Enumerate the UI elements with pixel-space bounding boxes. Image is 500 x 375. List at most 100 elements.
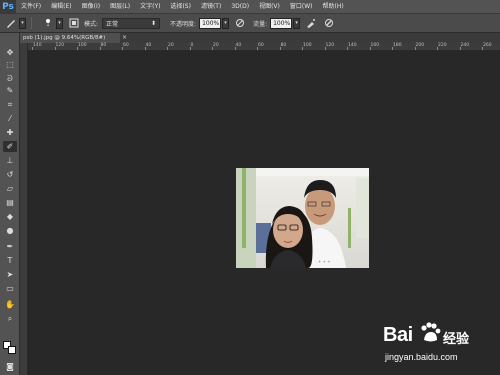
menu-item[interactable]: 编辑(E)	[46, 0, 76, 14]
marquee-tool-icon[interactable]: ⬚	[3, 59, 17, 70]
vertical-ruler	[20, 43, 28, 375]
ruler-tick	[414, 47, 416, 50]
brush-size-value: 1	[46, 21, 50, 28]
close-icon[interactable]: ×	[122, 33, 127, 43]
brush-panel-toggle-icon[interactable]	[67, 16, 81, 30]
tools-panel: ✥ ⬚ ᘐ ✎ ⌗ ⁄ ✚ ✐ ⊥ ↺ ▱ ▤ ◆ ● ✒ T ➤ ▭ ✋ ⌕ ◙	[0, 33, 20, 375]
baidu-logo-text: Bai	[383, 324, 413, 346]
menu-item[interactable]: 文件(F)	[16, 0, 46, 14]
shape-tool-icon[interactable]: ▭	[3, 283, 17, 294]
photoshop-logo: Ps	[0, 0, 16, 14]
document-tab[interactable]: psb (1).jpg @ 9.64%(RGB/8#)	[20, 33, 120, 43]
ruler-tick	[122, 47, 123, 50]
ruler-tick	[347, 47, 348, 50]
mode-select[interactable]: 正常 ⬍	[102, 17, 161, 29]
lasso-tool-icon[interactable]: ᘐ	[3, 73, 17, 84]
ruler-tick	[99, 47, 101, 50]
document-image[interactable]: ✦ ✦ ✦	[236, 168, 369, 268]
mode-value: 正常	[106, 20, 119, 28]
ruler-tick	[189, 47, 191, 50]
quick-select-tool-icon[interactable]: ✎	[3, 85, 17, 96]
menu-item[interactable]: 选择(S)	[165, 0, 196, 14]
ruler-tick	[302, 47, 303, 50]
flow-field[interactable]: 100%	[270, 17, 293, 29]
menu-item[interactable]: 文字(Y)	[135, 0, 165, 14]
quick-mask-icon[interactable]: ◙	[3, 361, 17, 372]
chevron-down-icon: ⬍	[151, 19, 157, 27]
ruler-tick-label: 60	[258, 43, 264, 48]
opacity-field[interactable]: 100%	[199, 17, 222, 29]
brush-size-dropdown[interactable]: ▾	[56, 17, 63, 29]
eraser-tool-icon[interactable]: ▱	[3, 183, 17, 194]
ruler-tick	[54, 47, 56, 50]
crop-tool-icon[interactable]: ⌗	[3, 99, 17, 110]
watermark-url: jingyan.baidu.com	[385, 352, 458, 362]
brush-preset-icon[interactable]	[4, 16, 18, 30]
opacity-dropdown[interactable]: ▾	[222, 17, 230, 29]
ruler-tick	[324, 47, 326, 50]
jingyan-logo-text: 经验	[443, 332, 470, 347]
ruler-tick-label: 120	[55, 43, 65, 48]
menu-item[interactable]: 帮助(H)	[318, 0, 349, 14]
ruler-tick	[437, 47, 438, 50]
ruler-tick	[392, 47, 393, 50]
selfie-photo: ✦ ✦ ✦	[236, 168, 369, 268]
background-color-swatch[interactable]	[8, 346, 16, 354]
brush-preset-dropdown[interactable]: ▾	[19, 17, 26, 29]
ruler-tick-label: 220	[438, 43, 447, 48]
ruler-tick	[257, 47, 258, 50]
move-tool-icon[interactable]: ✥	[3, 47, 17, 58]
document-tab-bar: psb (1).jpg @ 9.64%(RGB/8#) ×	[20, 33, 500, 43]
svg-text:✦ ✦ ✦: ✦ ✦ ✦	[318, 259, 331, 264]
history-brush-tool-icon[interactable]: ↺	[3, 169, 17, 180]
ruler-tick	[77, 47, 78, 50]
ruler-tick-label: 20	[168, 43, 174, 48]
gradient-tool-icon[interactable]: ▤	[3, 197, 17, 208]
ruler-tick-label: 100	[303, 43, 312, 48]
ruler-tick-label: 120	[325, 43, 335, 48]
flow-label: 流量:	[253, 20, 268, 28]
airbrush-icon[interactable]	[304, 16, 318, 30]
ruler-tick-label: 100	[78, 43, 87, 48]
ruler-tick-label: 80	[280, 43, 287, 48]
menu-item[interactable]: 3D(D)	[226, 0, 254, 14]
ruler-tick-label: 180	[393, 43, 402, 48]
ruler-tick	[482, 47, 483, 50]
pressure-opacity-icon[interactable]	[233, 16, 247, 30]
ruler-tick	[144, 47, 146, 50]
paw-icon	[421, 322, 441, 342]
horizontal-ruler: 140 120 100 80 60 40 20 0 20 40 60 80 100 120 140 160 18…	[28, 43, 500, 51]
pen-tool-icon[interactable]: ✒	[3, 241, 17, 252]
menu-item[interactable]: 窗口(W)	[285, 0, 318, 14]
dodge-tool-icon[interactable]: ●	[3, 225, 17, 236]
ruler-tick-label: 40	[235, 43, 242, 48]
type-tool-icon[interactable]: T	[3, 255, 17, 266]
ruler-tick-label: 20	[213, 43, 219, 48]
clone-stamp-tool-icon[interactable]: ⊥	[3, 155, 17, 166]
menu-item[interactable]: 图层(L)	[105, 0, 135, 14]
flow-dropdown[interactable]: ▾	[293, 17, 301, 29]
ruler-tick-label: 0	[190, 43, 194, 48]
hand-tool-icon[interactable]: ✋	[3, 299, 17, 310]
blur-tool-icon[interactable]: ◆	[3, 211, 17, 222]
healing-brush-tool-icon[interactable]: ✚	[3, 127, 17, 138]
ruler-tick-label: 60	[123, 43, 129, 48]
path-select-tool-icon[interactable]: ➤	[3, 269, 17, 280]
zoom-tool-icon[interactable]: ⌕	[3, 313, 17, 324]
brush-tool-icon[interactable]: ✐	[3, 141, 17, 152]
mode-label: 模式:	[84, 20, 99, 28]
ruler-tick-label: 200	[415, 43, 425, 48]
menu-item[interactable]: 图像(I)	[77, 0, 105, 14]
menu-item[interactable]: 视图(V)	[254, 0, 285, 14]
pressure-size-icon[interactable]	[322, 16, 336, 30]
ruler-tick-label: 140	[33, 43, 42, 48]
ruler-tick-label: 40	[145, 43, 152, 48]
brush-size-picker[interactable]: 1	[41, 16, 55, 30]
menu-bar: Ps 文件(F) 编辑(E) 图像(I) 图层(L) 文字(Y) 选择(S) 滤镜(T) 3D…	[0, 0, 500, 14]
eyedropper-tool-icon[interactable]: ⁄	[3, 113, 17, 124]
separator	[31, 17, 32, 29]
ruler-tick-label: 240	[460, 43, 470, 48]
ruler-tick	[167, 47, 168, 50]
menu-item[interactable]: 滤镜(T)	[196, 0, 226, 14]
ruler-tick-label: 80	[100, 43, 107, 48]
